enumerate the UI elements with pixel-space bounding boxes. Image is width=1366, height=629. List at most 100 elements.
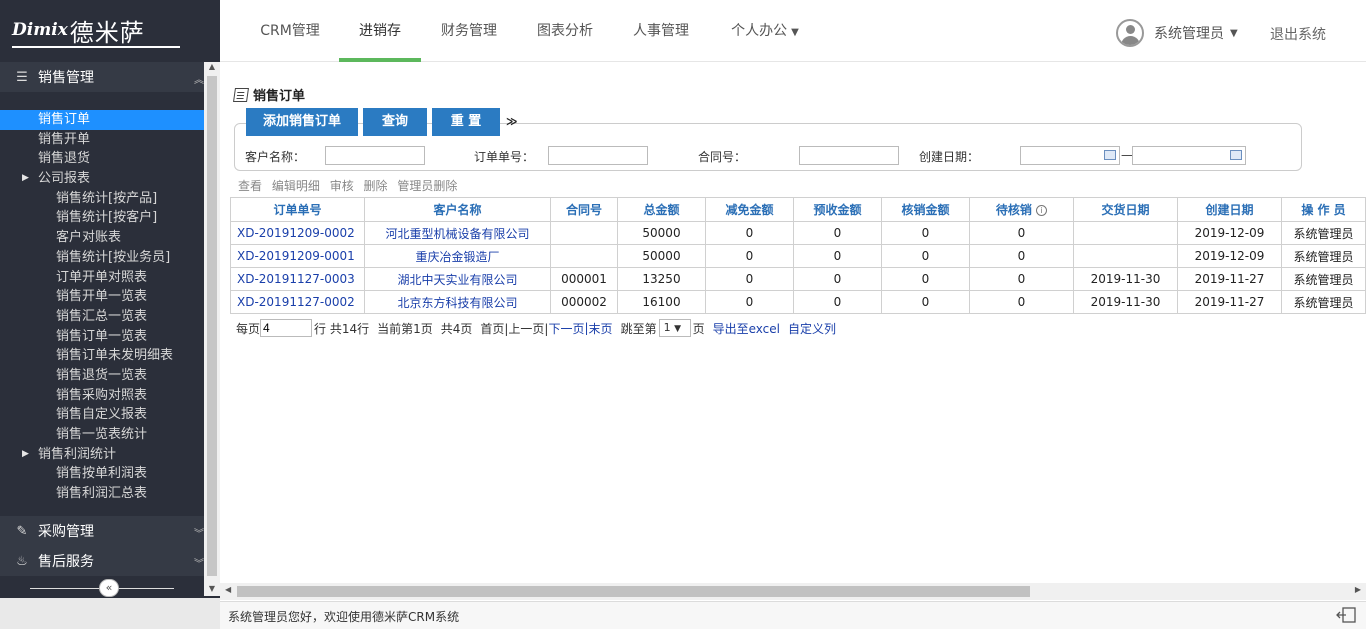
- collapse-sidebar-button[interactable]: «: [99, 579, 119, 597]
- audit-action[interactable]: 审核: [330, 179, 354, 193]
- customer-name-input[interactable]: [325, 146, 425, 165]
- sidebar-item-sales-billing[interactable]: 销售开单: [0, 130, 204, 150]
- sidebar-item-summary-list[interactable]: 销售汇总一览表: [0, 307, 204, 327]
- column-header[interactable]: 订单单号: [230, 197, 365, 222]
- export-excel-link[interactable]: 导出至excel: [713, 320, 780, 337]
- order-no-link[interactable]: XD-20191209-0002: [230, 221, 365, 245]
- table-row[interactable]: XD-20191209-0001 重庆冶金锻造厂 50000 0 0 0 0 2…: [230, 244, 1366, 268]
- page-select[interactable]: 1 ▼: [658, 319, 691, 337]
- sidebar-item-profit-summary[interactable]: 销售利润汇总表: [0, 484, 204, 504]
- info-icon[interactable]: i: [1036, 205, 1048, 216]
- sidebar-item-order-list[interactable]: 销售订单一览表: [0, 327, 204, 347]
- sidebar-item-customer-statement[interactable]: 客户对账表: [0, 228, 204, 248]
- exit-icon[interactable]: [1336, 606, 1358, 624]
- scroll-down-icon[interactable]: ▼: [204, 584, 220, 596]
- sidebar-item-profit-stats[interactable]: ▶ 销售利润统计: [0, 445, 204, 465]
- chevron-down-icon: ︾: [194, 529, 204, 540]
- table-row[interactable]: XD-20191127-0003 湖北中天实业有限公司 000001 13250…: [230, 267, 1366, 291]
- column-header[interactable]: 预收金额: [793, 197, 882, 222]
- customer-link[interactable]: 重庆冶金锻造厂: [364, 244, 551, 268]
- sidebar-item-stats-by-customer[interactable]: 销售统计[按客户]: [0, 208, 204, 228]
- sidebar-scrollbar[interactable]: ▲ ▼: [204, 62, 220, 596]
- tab-hr[interactable]: 人事管理: [628, 0, 694, 62]
- calendar-icon[interactable]: [1230, 150, 1242, 160]
- caret-right-icon: ▶: [22, 173, 29, 184]
- logout-link[interactable]: 退出系统: [1270, 24, 1326, 44]
- sidebar-item-billing-list[interactable]: 销售开单一览表: [0, 287, 204, 307]
- query-button[interactable]: 查询: [363, 108, 427, 136]
- tab-personal-office[interactable]: 个人办公 ▼: [725, 0, 805, 62]
- custom-columns-link[interactable]: 自定义列: [788, 320, 836, 337]
- column-header[interactable]: 交货日期: [1073, 197, 1178, 222]
- add-sales-order-button[interactable]: 添加销售订单: [246, 108, 358, 136]
- tab-finance[interactable]: 财务管理: [436, 0, 502, 62]
- admin-delete-action[interactable]: 管理员删除: [397, 179, 457, 193]
- sidebar-item-sales-return[interactable]: 销售退货: [0, 149, 204, 169]
- sidebar-item-list-stats[interactable]: 销售一览表统计: [0, 425, 204, 445]
- table-row[interactable]: XD-20191209-0002 河北重型机械设备有限公司 50000 0 0 …: [230, 221, 1366, 245]
- column-header[interactable]: 核销金额: [881, 197, 970, 222]
- horizontal-scrollbar[interactable]: ◀ ▶: [220, 583, 1366, 600]
- welcome-text: 系统管理员您好，欢迎使用德米萨CRM系统: [228, 610, 460, 624]
- scroll-right-icon[interactable]: ▶: [1355, 585, 1361, 594]
- column-header[interactable]: 总金额: [617, 197, 706, 222]
- scroll-up-icon[interactable]: ▲: [204, 62, 220, 74]
- contract-no-input[interactable]: [799, 146, 899, 165]
- rows-total: 行 共14行: [314, 321, 370, 336]
- document-edit-icon: [233, 87, 249, 102]
- sidebar-item-profit-by-order[interactable]: 销售按单利润表: [0, 464, 204, 484]
- order-no-link[interactable]: XD-20191127-0002: [230, 290, 365, 314]
- reset-button[interactable]: 重 置: [432, 108, 500, 136]
- menu-group-after-sales[interactable]: ♨ 售后服务 ︾: [0, 546, 204, 576]
- customer-link[interactable]: 北京东方科技有限公司: [364, 290, 551, 314]
- tab-label: CRM管理: [260, 23, 320, 39]
- tab-inventory[interactable]: 进销存: [339, 0, 421, 62]
- expand-filters-icon[interactable]: ≫: [506, 115, 518, 128]
- cell: 0: [969, 290, 1074, 314]
- customer-link[interactable]: 河北重型机械设备有限公司: [364, 221, 551, 245]
- date-end-input[interactable]: [1132, 146, 1246, 165]
- user-menu[interactable]: 系统管理员 ▼: [1116, 19, 1238, 47]
- sidebar-item-custom-report[interactable]: 销售自定义报表: [0, 405, 204, 425]
- sidebar-item-return-list[interactable]: 销售退货一览表: [0, 366, 204, 386]
- sidebar-item-stats-by-salesman[interactable]: 销售统计[按业务员]: [0, 248, 204, 268]
- order-no-link[interactable]: XD-20191209-0001: [230, 244, 365, 268]
- order-no-link[interactable]: XD-20191127-0003: [230, 267, 365, 291]
- table-row[interactable]: XD-20191127-0002 北京东方科技有限公司 000002 16100…: [230, 290, 1366, 314]
- view-action[interactable]: 查看: [238, 179, 262, 193]
- customer-link[interactable]: 湖北中天实业有限公司: [364, 267, 551, 291]
- column-header[interactable]: 创建日期: [1177, 197, 1282, 222]
- jump-label: 跳至第: [620, 321, 657, 336]
- column-header[interactable]: 减免金额: [705, 197, 794, 222]
- scrollbar-thumb[interactable]: [237, 586, 1030, 597]
- edit-detail-action[interactable]: 编辑明细: [272, 179, 320, 193]
- next-page-link[interactable]: 下一页: [548, 320, 584, 337]
- cell: 0: [793, 290, 882, 314]
- calendar-icon[interactable]: [1104, 150, 1116, 160]
- cell: 50000: [617, 221, 706, 245]
- delete-action[interactable]: 删除: [364, 179, 388, 193]
- tab-crm[interactable]: CRM管理: [256, 0, 324, 62]
- tab-charts[interactable]: 图表分析: [532, 0, 598, 62]
- column-header[interactable]: 合同号: [550, 197, 618, 222]
- scroll-left-icon[interactable]: ◀: [225, 585, 231, 594]
- scrollbar-thumb[interactable]: [207, 76, 217, 576]
- first-prev-links[interactable]: 首页|上一页|: [480, 320, 548, 337]
- sidebar-item-sales-order[interactable]: 销售订单: [0, 110, 204, 130]
- menu-group-sales[interactable]: ☰ 销售管理 ︽: [0, 62, 204, 92]
- sidebar-item-order-billing-compare[interactable]: 订单开单对照表: [0, 268, 204, 288]
- order-no-input[interactable]: [548, 146, 648, 165]
- sidebar-item-order-unshipped[interactable]: 销售订单未发明细表: [0, 346, 204, 366]
- last-page-link[interactable]: 末页: [589, 320, 613, 337]
- menu-group-purchase[interactable]: ✎ 采购管理 ︾: [0, 516, 204, 546]
- column-header[interactable]: 操 作 员: [1281, 197, 1366, 222]
- sidebar-item-stats-by-product[interactable]: 销售统计[按产品]: [0, 189, 204, 209]
- sidebar-item-label: 销售利润汇总表: [56, 486, 148, 502]
- per-page-input[interactable]: [260, 319, 313, 337]
- cell: 0: [881, 267, 970, 291]
- sidebar-item-sales-purchase-compare[interactable]: 销售采购对照表: [0, 386, 204, 406]
- sidebar-item-company-reports[interactable]: ▶ 公司报表: [0, 169, 204, 189]
- column-header[interactable]: 客户名称: [364, 197, 551, 222]
- toolbar: 添加销售订单 查询 重 置: [246, 108, 505, 136]
- column-header-pending[interactable]: 待核销 i: [969, 197, 1074, 222]
